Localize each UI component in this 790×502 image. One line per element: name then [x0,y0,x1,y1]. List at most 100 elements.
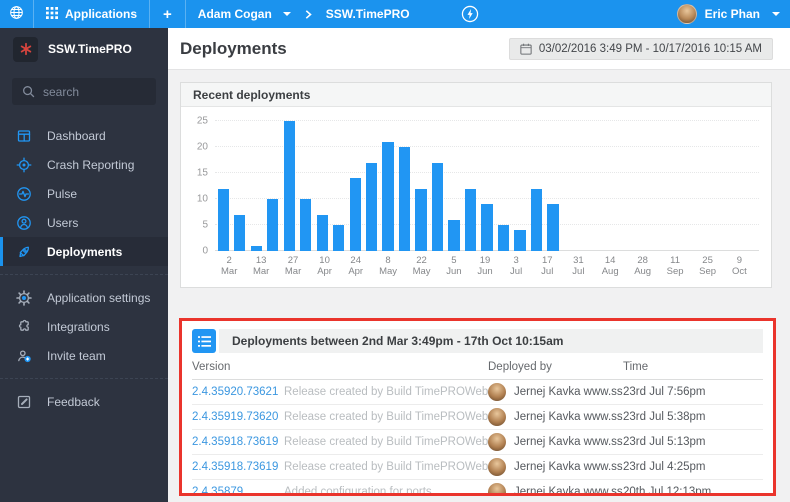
top-navbar: Applications + Adam Cogan SSW.TimePRO Er… [0,0,790,28]
x-tick-label [269,255,285,279]
lightning-bolt-icon[interactable] [461,5,479,23]
sidebar-item-label: Dashboard [47,129,106,143]
chart-bar[interactable] [432,163,443,251]
version-link[interactable]: 2.4.35918.73619 [192,436,284,448]
table-row[interactable]: 2.4.35920.73621Release created by Build … [192,380,763,405]
deploy-time: 23rd Jul 4:25pm [623,461,705,473]
column-header-time: Time [623,361,763,373]
sidebar-item-crash-reporting[interactable]: Crash Reporting [0,150,168,179]
chart-bar-slot [413,121,429,251]
sidebar-app-header[interactable]: SSW.TimePRO [0,28,168,70]
table-row[interactable]: 2.4.35918.73619Release created by Build … [192,430,763,455]
breadcrumb-app[interactable]: SSW.TimePRO [314,0,422,28]
chart-bar[interactable] [234,215,245,251]
chart-bar-slot [281,121,297,251]
chart-bar-slot [627,121,643,251]
chart-bar-slot [347,121,363,251]
workspace-dropdown[interactable]: Adam Cogan [186,0,303,28]
table-row[interactable]: 2.4.35879Added configuration for portsJe… [192,480,763,496]
version-link[interactable]: 2.4.35879 [192,486,284,496]
chart-bar-slot [264,121,280,251]
chart-bar[interactable] [498,225,509,251]
sidebar-item-dashboard[interactable]: Dashboard [0,121,168,150]
pulse-icon [16,186,34,202]
chart-bar[interactable] [531,189,542,251]
time-cell: 23rd Jul 7:56pm [623,386,763,398]
chart-y-axis: 0510152025 [187,121,215,251]
chart-bar-slot [479,121,495,251]
sidebar-item-label: Pulse [47,187,77,201]
chart-bar-slot [561,121,577,251]
table-row[interactable]: 2.4.35918.73619Release created by Build … [192,455,763,480]
sidebar-search[interactable] [12,78,156,105]
sidebar-item-feedback[interactable]: Feedback [0,387,168,416]
globe-icon[interactable] [0,5,33,23]
sidebar-item-application-settings[interactable]: Application settings [0,283,168,312]
chart-bar-slot [446,121,462,251]
sidebar-item-label: Invite team [47,349,106,363]
x-tick-label [462,255,478,279]
chart-bar[interactable] [465,189,476,251]
release-description: Release created by Build TimePROWebUI.CD… [284,461,488,473]
account-menu[interactable]: Eric Phan [677,0,790,28]
version-cell: 2.4.35879Added configuration for ports [192,486,488,496]
sidebar-item-deployments[interactable]: Deployments [0,237,168,266]
version-link[interactable]: 2.4.35918.73619 [192,461,284,473]
release-description: Release created by Build TimePROWebUI.CD… [284,436,488,448]
x-tick-label [493,255,509,279]
chart-bar[interactable] [267,199,278,251]
chart-bar[interactable] [284,121,295,251]
table-title: Deployments between 2nd Mar 3:49pm - 17t… [219,329,763,353]
chart-bar-slot [462,121,478,251]
rocket-icon [16,244,34,260]
deployed-by-cell: Jernej Kavka www.ss... [488,458,623,476]
time-cell: 23rd Jul 5:38pm [623,411,763,423]
y-tick-label: 5 [202,220,208,231]
chart-bar[interactable] [514,230,525,251]
version-link[interactable]: 2.4.35919.73620 [192,411,284,423]
sidebar: SSW.TimePRO Dashboard Crash Reporting Puls… [0,28,168,502]
version-link[interactable]: 2.4.35920.73621 [192,386,284,398]
chart-bar[interactable] [547,204,558,251]
chart-bar-slot [743,121,759,251]
chart-bar-slot [611,121,627,251]
page-header: Deployments 03/02/2016 3:49 PM - 10/17/2… [168,28,790,70]
chart-bar[interactable] [218,189,229,251]
chart-bar[interactable] [382,142,393,251]
invite-user-icon [16,348,34,364]
x-tick-label: 2Mar [221,255,237,279]
list-icon[interactable] [192,329,216,353]
chart-bar[interactable] [333,225,344,251]
sidebar-item-integrations[interactable]: Integrations [0,312,168,341]
chart-bar-slot [231,121,247,251]
chart-bar[interactable] [448,220,459,251]
sidebar-item-invite-team[interactable]: Invite team [0,341,168,370]
chart-bar[interactable] [481,204,492,251]
chart-bar[interactable] [399,147,410,251]
date-range-picker[interactable]: 03/02/2016 3:49 PM - 10/17/2016 10:15 AM [509,38,773,60]
version-cell: 2.4.35920.73621Release created by Build … [192,386,488,398]
chart-bar-slot [677,121,693,251]
chart-bar[interactable] [251,246,262,251]
chart-bar[interactable] [300,199,311,251]
chart-bar[interactable] [415,189,426,251]
table-row[interactable]: 2.4.35919.73620Release created by Build … [192,405,763,430]
users-icon [16,215,34,231]
applications-menu[interactable]: Applications [34,0,149,28]
sidebar-item-users[interactable]: Users [0,208,168,237]
add-application-button[interactable]: + [150,6,185,23]
chart-bar-slot [644,121,660,251]
sidebar-item-pulse[interactable]: Pulse [0,179,168,208]
column-header-deployed-by: Deployed by [488,361,623,373]
deploy-time: 23rd Jul 7:56pm [623,386,705,398]
chart-bar-slot [660,121,676,251]
x-tick-label: 25Sep [699,255,716,279]
chart-bar[interactable] [366,163,377,251]
search-input[interactable] [43,85,146,99]
chart-bar[interactable] [350,178,361,251]
feedback-pencil-icon [16,394,34,410]
chart-bar-slot [710,121,726,251]
sidebar-divider [0,378,168,379]
chart-bar[interactable] [317,215,328,251]
version-cell: 2.4.35918.73619Release created by Build … [192,461,488,473]
